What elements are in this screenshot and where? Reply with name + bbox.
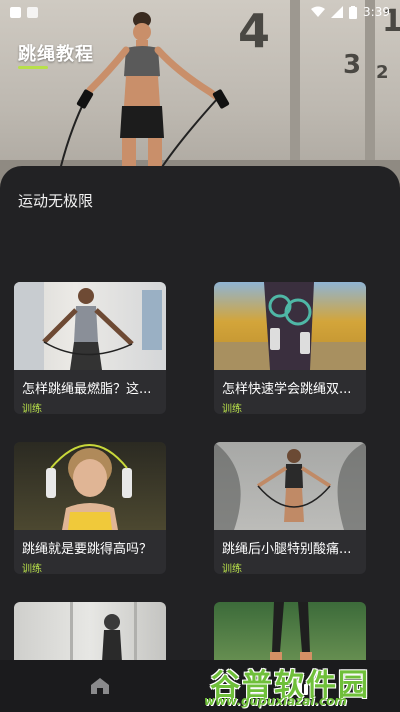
article-thumbnail xyxy=(214,282,366,370)
status-bar: 3:39 xyxy=(0,0,400,24)
signal-icon xyxy=(331,6,344,18)
tab-home[interactable] xyxy=(0,660,200,712)
status-time: 3:39 xyxy=(363,5,390,19)
wall-number: 2 xyxy=(376,62,389,83)
article-title: 怎样快速学会跳绳双... xyxy=(222,382,352,397)
section-title: 运动无极限 xyxy=(18,192,94,210)
article-tag: 训练 xyxy=(222,564,242,574)
article-tag: 训练 xyxy=(22,564,42,574)
article-title: 跳绳后小腿特别酸痛... xyxy=(222,542,352,557)
article-thumbnail xyxy=(214,442,366,530)
article-title: 怎样跳绳最燃脂？这... xyxy=(22,382,152,397)
content-sheet: 运动无极限 怎样跳绳最燃脂？这... 训练 怎样快速学会跳绳双... 训练 跳绳… xyxy=(0,166,400,712)
home-icon xyxy=(91,678,109,694)
article-card[interactable]: 跳绳就是要跳得高吗？ 训练 xyxy=(14,442,166,574)
wall-pillar xyxy=(365,0,375,170)
article-tag: 训练 xyxy=(22,404,42,414)
wall-number: 3 xyxy=(343,50,362,80)
battery-icon xyxy=(349,5,358,19)
article-title: 跳绳就是要跳得高吗？ xyxy=(22,542,153,557)
page-title: 跳绳教程 xyxy=(18,44,94,65)
article-thumbnail xyxy=(14,442,166,530)
notification-icon xyxy=(10,6,21,18)
app-icon xyxy=(27,6,38,18)
article-card[interactable]: 怎样跳绳最燃脂？这... 训练 xyxy=(14,282,166,414)
wall-pillar xyxy=(290,0,300,170)
wifi-icon xyxy=(311,6,326,17)
title-underline xyxy=(18,66,48,69)
article-card[interactable]: 怎样快速学会跳绳双... 训练 xyxy=(214,282,366,414)
watermark-logo: 谷普软件园 www.gupuxiazai.com xyxy=(196,658,396,710)
article-card[interactable]: 跳绳后小腿特别酸痛... 训练 xyxy=(214,442,366,574)
jump-rope-athlete-image xyxy=(60,12,230,170)
watermark-url: www.gupuxiazai.com xyxy=(204,694,347,708)
article-tag: 训练 xyxy=(222,404,242,414)
article-thumbnail xyxy=(14,282,166,370)
